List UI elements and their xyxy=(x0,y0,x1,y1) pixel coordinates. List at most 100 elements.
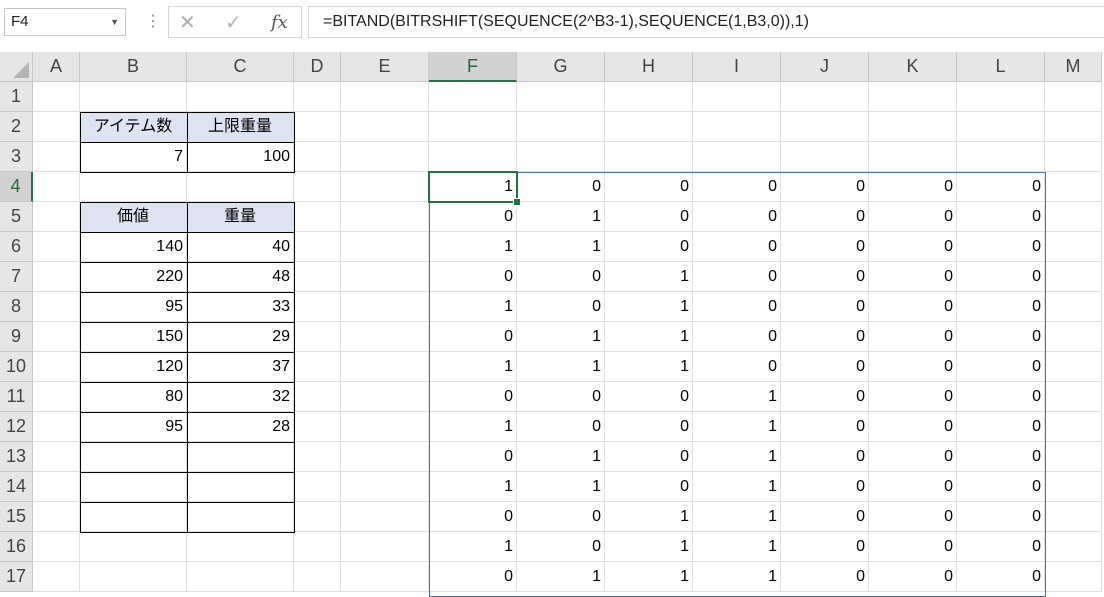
cell[interactable] xyxy=(33,352,80,382)
cell[interactable] xyxy=(33,442,80,472)
cell[interactable] xyxy=(605,82,693,112)
spill-cell[interactable]: 0 xyxy=(781,412,869,442)
cell[interactable] xyxy=(33,202,80,232)
cell[interactable] xyxy=(33,472,80,502)
spill-cell[interactable]: 0 xyxy=(693,232,781,262)
items-value-cell[interactable]: 95 xyxy=(80,292,187,322)
items-value-cell[interactable]: 48 xyxy=(187,262,294,292)
cell[interactable] xyxy=(1045,532,1102,562)
spill-cell[interactable]: 0 xyxy=(957,412,1045,442)
cell[interactable] xyxy=(341,82,429,112)
spill-cell[interactable]: 1 xyxy=(517,352,605,382)
spill-cell[interactable]: 1 xyxy=(429,232,517,262)
column-header-c[interactable]: C xyxy=(187,52,294,82)
cell[interactable] xyxy=(341,112,429,142)
spill-cell[interactable]: 1 xyxy=(693,412,781,442)
cell[interactable] xyxy=(294,532,341,562)
spill-cell[interactable]: 0 xyxy=(605,442,693,472)
row-header-15[interactable]: 15 xyxy=(0,502,33,532)
cell[interactable] xyxy=(341,202,429,232)
spill-cell[interactable]: 1 xyxy=(605,262,693,292)
cell[interactable] xyxy=(429,142,517,172)
cell[interactable] xyxy=(517,82,605,112)
spill-cell[interactable]: 0 xyxy=(957,352,1045,382)
spill-cell[interactable]: 1 xyxy=(429,172,517,202)
cell[interactable] xyxy=(1045,82,1102,112)
spill-cell[interactable]: 0 xyxy=(781,322,869,352)
spill-cell[interactable]: 0 xyxy=(781,262,869,292)
cell[interactable] xyxy=(33,322,80,352)
column-header-h[interactable]: H xyxy=(605,52,693,82)
spill-cell[interactable]: 0 xyxy=(429,262,517,292)
spill-cell[interactable]: 0 xyxy=(517,292,605,322)
spill-cell[interactable]: 0 xyxy=(781,472,869,502)
spill-cell[interactable]: 1 xyxy=(517,562,605,592)
spill-cell[interactable]: 1 xyxy=(693,562,781,592)
cell[interactable] xyxy=(341,382,429,412)
row-header-13[interactable]: 13 xyxy=(0,442,33,472)
cell[interactable] xyxy=(33,232,80,262)
cell[interactable] xyxy=(80,562,187,592)
cell[interactable] xyxy=(693,142,781,172)
items-value-cell[interactable]: 28 xyxy=(187,412,294,442)
spill-cell[interactable]: 0 xyxy=(781,442,869,472)
spill-cell[interactable]: 0 xyxy=(605,472,693,502)
row-header-2[interactable]: 2 xyxy=(0,112,33,142)
name-box[interactable]: F4 ▼ xyxy=(4,8,126,36)
row-header-12[interactable]: 12 xyxy=(0,412,33,442)
column-header-j[interactable]: J xyxy=(781,52,869,82)
cell[interactable] xyxy=(294,82,341,112)
spill-cell[interactable]: 0 xyxy=(869,172,957,202)
column-header-d[interactable]: D xyxy=(294,52,341,82)
spill-cell[interactable]: 0 xyxy=(781,232,869,262)
cell[interactable] xyxy=(429,112,517,142)
chevron-down-icon[interactable]: ▼ xyxy=(110,9,119,35)
cell[interactable] xyxy=(80,532,187,562)
confirm-icon[interactable]: ✓ xyxy=(225,10,242,35)
fill-handle[interactable] xyxy=(513,198,521,206)
spill-cell[interactable]: 0 xyxy=(429,502,517,532)
cell[interactable] xyxy=(605,142,693,172)
cell[interactable] xyxy=(294,412,341,442)
settings-header-cell[interactable]: アイテム数 xyxy=(80,112,187,142)
cell[interactable] xyxy=(294,442,341,472)
spill-cell[interactable]: 0 xyxy=(517,502,605,532)
cell[interactable] xyxy=(33,112,80,142)
cell[interactable] xyxy=(294,292,341,322)
column-header-f[interactable]: F xyxy=(429,52,517,82)
spill-cell[interactable]: 1 xyxy=(605,322,693,352)
cell[interactable] xyxy=(341,532,429,562)
row-header-16[interactable]: 16 xyxy=(0,532,33,562)
row-header-11[interactable]: 11 xyxy=(0,382,33,412)
cell[interactable] xyxy=(294,382,341,412)
cell[interactable] xyxy=(1045,112,1102,142)
spill-cell[interactable]: 0 xyxy=(605,232,693,262)
cell[interactable] xyxy=(294,322,341,352)
spill-cell[interactable]: 0 xyxy=(869,382,957,412)
spill-cell[interactable]: 1 xyxy=(693,442,781,472)
cell[interactable] xyxy=(781,142,869,172)
spill-cell[interactable]: 1 xyxy=(517,232,605,262)
row-header-4[interactable]: 4 xyxy=(0,172,33,202)
row-header-10[interactable]: 10 xyxy=(0,352,33,382)
spill-cell[interactable]: 0 xyxy=(869,562,957,592)
cell[interactable] xyxy=(341,442,429,472)
column-header-l[interactable]: L xyxy=(957,52,1045,82)
spill-cell[interactable]: 0 xyxy=(957,322,1045,352)
items-value-cell[interactable]: 33 xyxy=(187,292,294,322)
cell[interactable] xyxy=(1045,382,1102,412)
spill-cell[interactable]: 1 xyxy=(429,532,517,562)
row-header-5[interactable]: 5 xyxy=(0,202,33,232)
spill-cell[interactable]: 1 xyxy=(605,562,693,592)
items-value-cell[interactable]: 29 xyxy=(187,322,294,352)
spill-cell[interactable]: 0 xyxy=(781,352,869,382)
spill-cell[interactable]: 0 xyxy=(957,202,1045,232)
spill-cell[interactable]: 0 xyxy=(957,262,1045,292)
cell[interactable] xyxy=(33,382,80,412)
spill-cell[interactable]: 1 xyxy=(517,322,605,352)
cell[interactable] xyxy=(33,502,80,532)
cell[interactable] xyxy=(341,562,429,592)
insert-function-icon[interactable]: fx xyxy=(271,12,288,33)
spill-cell[interactable]: 0 xyxy=(429,202,517,232)
cell[interactable] xyxy=(33,82,80,112)
